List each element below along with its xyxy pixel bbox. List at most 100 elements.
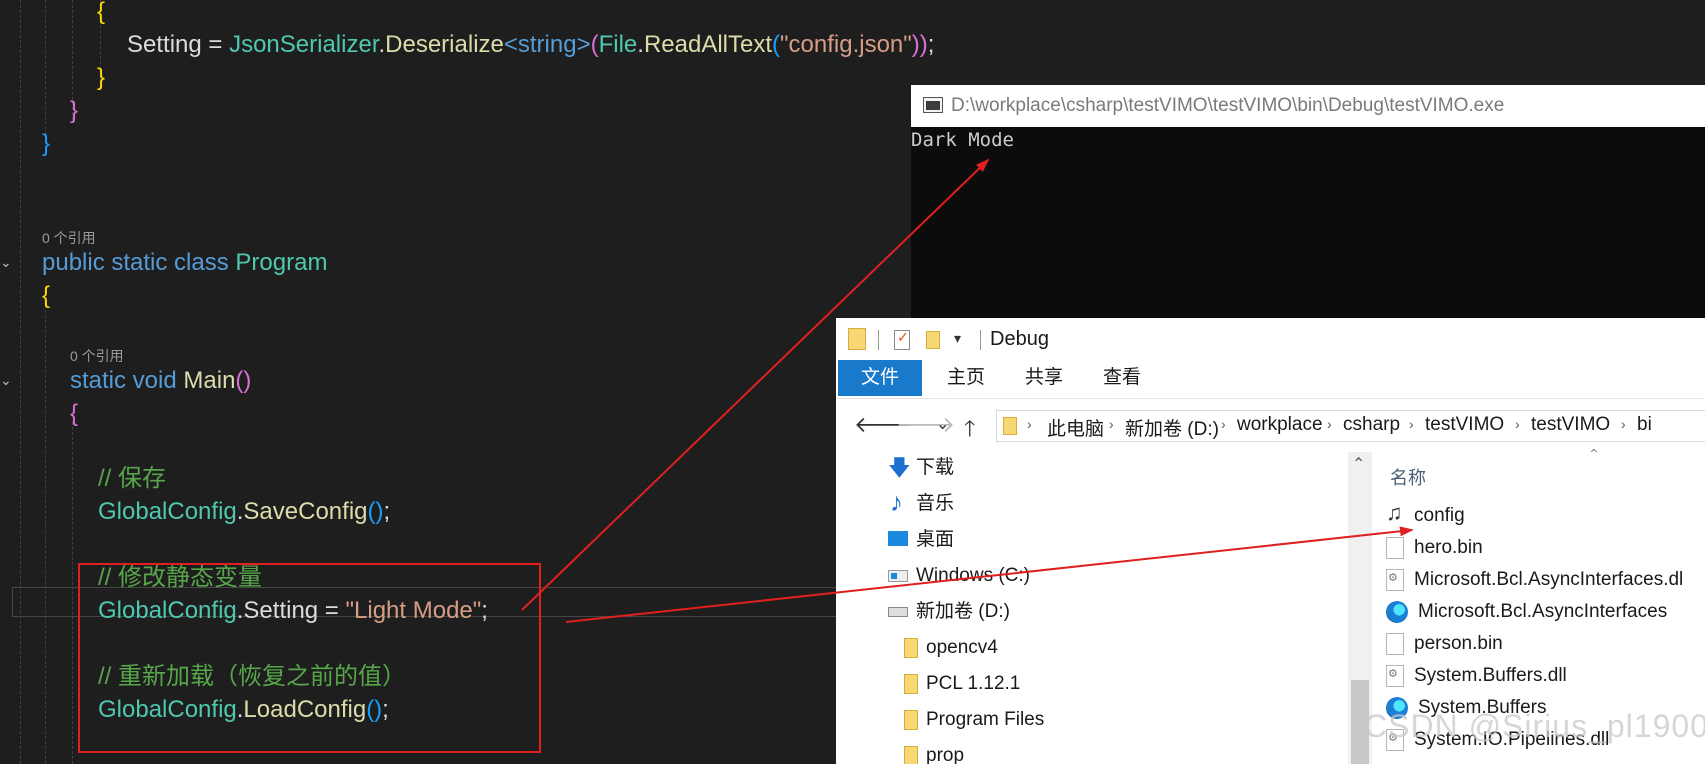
sort-ascending-icon: ⌃ — [1588, 446, 1600, 462]
code-line: } — [97, 64, 106, 91]
console-window[interactable]: D:\workplace\csharp\testVIMO\testVIMO\bi… — [911, 85, 1705, 320]
file-row[interactable]: System.Buffers.dll — [1386, 660, 1567, 692]
nav-item-windows-c[interactable]: Windows (C:) — [888, 560, 1030, 592]
code-line: { — [70, 400, 79, 427]
codelens-references[interactable]: 0 个引用 — [42, 228, 96, 248]
breadcrumb[interactable]: › 此电脑 › 新加卷 (D:) › workplace › csharp › … — [996, 410, 1705, 442]
nav-item-label: prop — [926, 745, 965, 764]
music-icon — [888, 486, 908, 518]
breadcrumb-item[interactable]: testVIMO — [1531, 414, 1610, 436]
column-header-name[interactable]: 名称 — [1390, 464, 1426, 490]
folder-icon — [1003, 417, 1017, 435]
scroll-up-icon[interactable]: ⌃ — [1352, 454, 1365, 474]
code-line: { — [97, 0, 106, 25]
chevron-right-icon[interactable]: › — [1221, 416, 1226, 432]
address-bar-row: 🡐 🡒 ⌄ 🡑 › 此电脑 › 新加卷 (D:) › workplace › c… — [836, 404, 1705, 448]
breadcrumb-item[interactable]: bi — [1637, 414, 1652, 436]
folder-icon — [904, 673, 918, 694]
chevron-right-icon[interactable]: › — [1027, 416, 1032, 432]
tab-view[interactable]: 查看 — [1092, 360, 1152, 396]
chevron-right-icon[interactable]: › — [1109, 416, 1114, 432]
code-line: GlobalConfig.SaveConfig(); — [98, 498, 391, 525]
window-title: Debug — [990, 328, 1049, 350]
edge-icon — [1386, 600, 1408, 623]
collapse-icon[interactable]: ⌄ — [0, 254, 12, 271]
nav-item-drive-d[interactable]: 新加卷 (D:) — [888, 596, 1010, 628]
drive-icon — [888, 606, 908, 617]
nav-item-folder[interactable]: Program Files — [904, 704, 1044, 736]
nav-item-label: 桌面 — [916, 529, 955, 550]
nav-item-music[interactable]: 音乐 — [888, 486, 955, 520]
file-row[interactable]: hero.bin — [1386, 532, 1483, 564]
new-folder-icon[interactable] — [926, 331, 940, 349]
config-file-icon — [1386, 497, 1404, 529]
nav-item-label: opencv4 — [926, 637, 998, 658]
file-name: hero.bin — [1414, 537, 1483, 558]
nav-item-downloads[interactable]: 下载 — [888, 452, 954, 484]
chevron-right-icon[interactable]: › — [1515, 416, 1520, 432]
dll-icon — [1386, 664, 1404, 687]
tab-home[interactable]: 主页 — [936, 360, 996, 396]
nav-item-folder[interactable]: prop — [904, 740, 964, 764]
codelens-references[interactable]: 0 个引用 — [70, 346, 124, 366]
file-row[interactable]: Microsoft.Bcl.AsyncInterfaces.dl — [1386, 564, 1683, 596]
code-line: static void Main() — [70, 367, 252, 394]
nav-item-desktop[interactable]: 桌面 — [888, 524, 954, 556]
code-line: } — [42, 130, 51, 157]
code-line: Setting = JsonSerializer.Deserialize<str… — [127, 31, 935, 58]
indent-guide — [45, 305, 46, 764]
file-name: Microsoft.Bcl.AsyncInterfaces — [1418, 601, 1668, 622]
console-window-icon — [923, 97, 943, 113]
breadcrumb-item[interactable]: csharp — [1343, 414, 1400, 436]
nav-item-label: Windows (C:) — [916, 565, 1031, 586]
file-row[interactable]: config — [1386, 497, 1465, 532]
chevron-right-icon[interactable]: › — [1621, 416, 1626, 432]
watermark: CSDN @Sirius_pl1900 — [1364, 708, 1705, 744]
recent-locations-icon[interactable]: ⌄ — [936, 414, 949, 434]
file-icon — [1386, 536, 1404, 559]
breadcrumb-item[interactable]: testVIMO — [1425, 414, 1504, 436]
breadcrumb-item[interactable]: 新加卷 (D:) — [1125, 414, 1219, 441]
console-output: Dark Mode — [911, 129, 1014, 151]
customize-toolbar-dropdown[interactable]: ▾ — [954, 330, 961, 347]
navigation-pane[interactable]: 下载 音乐 桌面 Windows (C:) 新加卷 (D:) opencv4 P… — [836, 452, 1376, 764]
breadcrumb-item[interactable]: workplace — [1237, 414, 1323, 436]
ribbon-tabs: 文件 主页 共享 查看 — [836, 360, 1705, 399]
tab-share[interactable]: 共享 — [1014, 360, 1074, 396]
nav-item-label: 新加卷 (D:) — [916, 601, 1010, 622]
collapse-icon[interactable]: ⌄ — [0, 372, 12, 389]
windows-drive-icon — [888, 569, 908, 582]
file-explorer-window[interactable]: ▾ Debug 文件 主页 共享 查看 🡐 🡒 ⌄ 🡑 › 此电脑 › 新加卷 … — [836, 318, 1705, 764]
up-arrow-icon[interactable]: 🡑 — [964, 412, 975, 450]
console-title: D:\workplace\csharp\testVIMO\testVIMO\bi… — [951, 95, 1505, 116]
code-comment: // 保存 — [98, 465, 167, 492]
file-icon — [1386, 632, 1404, 655]
file-name: person.bin — [1414, 633, 1503, 654]
properties-icon[interactable] — [894, 329, 910, 350]
nav-item-label: 下载 — [916, 457, 955, 478]
folder-icon — [904, 745, 918, 764]
quick-access-toolbar: ▾ Debug — [836, 318, 1705, 360]
download-icon — [888, 452, 911, 484]
file-name: Microsoft.Bcl.AsyncInterfaces.dl — [1414, 569, 1684, 590]
console-titlebar[interactable]: D:\workplace\csharp\testVIMO\testVIMO\bi… — [911, 85, 1705, 127]
indent-guide — [20, 0, 21, 764]
desktop-icon — [888, 531, 908, 547]
chevron-right-icon[interactable]: › — [1327, 416, 1332, 432]
file-name: config — [1414, 505, 1465, 526]
tab-file[interactable]: 文件 — [838, 360, 922, 396]
separator — [878, 330, 879, 350]
annotation-highlight-box — [78, 563, 541, 753]
breadcrumb-item[interactable]: 此电脑 — [1047, 414, 1104, 441]
nav-item-folder[interactable]: opencv4 — [904, 632, 998, 664]
chevron-right-icon[interactable]: › — [1409, 416, 1414, 432]
file-row[interactable]: Microsoft.Bcl.AsyncInterfaces — [1386, 596, 1667, 628]
nav-item-label: 音乐 — [916, 493, 955, 514]
code-line: } — [70, 97, 79, 124]
file-name: System.Buffers.dll — [1414, 665, 1567, 686]
nav-item-label: Program Files — [926, 709, 1045, 730]
nav-item-folder[interactable]: PCL 1.12.1 — [904, 668, 1020, 700]
nav-item-label: PCL 1.12.1 — [926, 673, 1021, 694]
file-row[interactable]: person.bin — [1386, 628, 1503, 660]
code-line: { — [42, 282, 51, 309]
